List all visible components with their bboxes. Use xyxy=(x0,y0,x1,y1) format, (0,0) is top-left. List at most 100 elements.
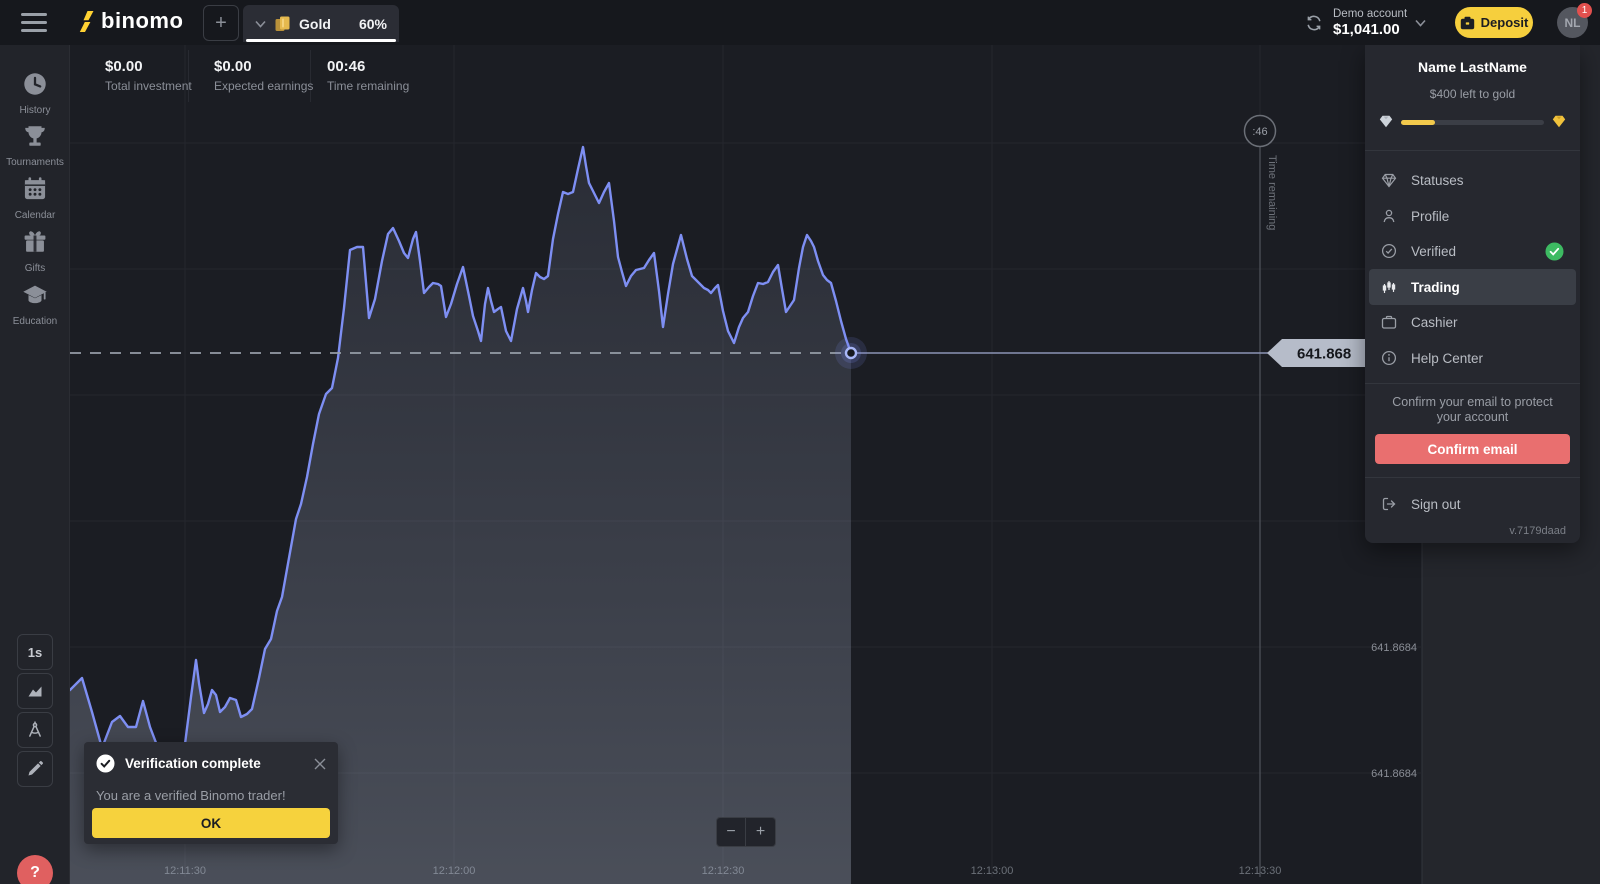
time-remaining-countdown: :46 xyxy=(1252,126,1267,138)
time-remaining-axis-label: Time remaining xyxy=(1266,155,1278,230)
user-icon xyxy=(1381,208,1397,224)
sidebar-item-tournaments[interactable]: Tournaments xyxy=(0,123,70,168)
progress-track xyxy=(1401,120,1544,125)
gold-bars-icon xyxy=(274,15,291,32)
toast-title: Verification complete xyxy=(125,756,261,771)
check-circle-icon xyxy=(1381,243,1397,259)
stat-total-investment: $0.00 Total investment xyxy=(105,58,192,93)
menu-item-statuses[interactable]: Statuses xyxy=(1369,162,1576,198)
progress-fill xyxy=(1401,120,1435,125)
close-icon[interactable] xyxy=(314,758,326,770)
info-icon xyxy=(1381,350,1397,366)
account-switcher[interactable]: Demo account $1,041.00 xyxy=(1305,0,1426,45)
sidebar-item-education[interactable]: Education xyxy=(0,282,70,327)
user-full-name: Name LastName xyxy=(1365,59,1580,75)
chart-zoom-controls: − + xyxy=(716,817,776,847)
candlestick-icon xyxy=(1381,279,1397,295)
add-asset-tab-button[interactable]: + xyxy=(203,5,239,41)
panel-divider xyxy=(1365,383,1580,384)
deposit-button[interactable]: Deposit xyxy=(1455,7,1533,38)
menu-label: Statuses xyxy=(1411,173,1464,188)
binomo-trading-app: 12:11:3012:12:0012:12:3012:13:0012:13:30… xyxy=(0,0,1600,884)
zoom-out-button[interactable]: − xyxy=(716,817,746,847)
zoom-in-button[interactable]: + xyxy=(746,817,776,847)
menu-label: Verified xyxy=(1411,244,1456,259)
confirm-email-note: Confirm your email to protect your accou… xyxy=(1379,395,1566,425)
drawing-tools-button[interactable] xyxy=(17,751,53,787)
briefcase-icon xyxy=(1460,16,1475,30)
refresh-icon[interactable] xyxy=(1305,14,1323,32)
lightning-bolt-icon xyxy=(78,10,95,33)
confirm-email-button[interactable]: Confirm email xyxy=(1375,434,1570,464)
diamond-icon xyxy=(1381,173,1397,188)
check-badge-icon xyxy=(96,754,115,773)
indicators-button[interactable] xyxy=(17,712,53,748)
wallet-icon xyxy=(1381,315,1397,330)
account-chevron-down-icon[interactable] xyxy=(1415,19,1426,27)
timeframe-button[interactable]: 1s xyxy=(17,634,53,670)
time-remaining-value: 00:46 xyxy=(327,58,409,75)
active-tab-underline xyxy=(246,39,396,42)
verified-check-icon xyxy=(1545,242,1564,261)
silver-gem-icon xyxy=(1379,115,1393,128)
sign-out-label: Sign out xyxy=(1411,497,1461,512)
gift-icon xyxy=(22,229,48,255)
sign-out-button[interactable]: Sign out xyxy=(1369,486,1576,522)
price-axis-labels: 641.8684641.8684 xyxy=(1371,642,1417,780)
stat-time-remaining: 00:46 Time remaining xyxy=(327,58,409,93)
current-point-marker xyxy=(846,348,856,358)
menu-item-verified[interactable]: Verified xyxy=(1369,233,1576,269)
chart-type-button[interactable] xyxy=(17,673,53,709)
menu-item-help-center[interactable]: Help Center xyxy=(1369,340,1576,376)
total-investment-value: $0.00 xyxy=(105,58,192,75)
deposit-label: Deposit xyxy=(1481,15,1529,30)
pencil-icon xyxy=(26,760,44,778)
current-price-value: 641.868 xyxy=(1297,346,1351,363)
svg-text:12:13:00: 12:13:00 xyxy=(971,865,1014,877)
menu-label: Profile xyxy=(1411,209,1449,224)
verification-toast: Verification complete You are a verified… xyxy=(84,742,338,844)
panel-divider xyxy=(1365,477,1580,478)
left-sidebar: History Tournaments Calendar Gifts Educa… xyxy=(0,45,70,884)
sidebar-label-gifts: Gifts xyxy=(0,263,70,274)
binomo-logo: binomo xyxy=(78,8,183,34)
svg-text:641.8684: 641.8684 xyxy=(1371,768,1417,780)
calendar-icon xyxy=(22,176,48,202)
sidebar-label-calendar: Calendar xyxy=(0,210,70,221)
top-bar: binomo + Gold 60% Demo account $1, xyxy=(0,0,1600,45)
account-balance: $1,041.00 xyxy=(1333,21,1407,38)
sidebar-label-tournaments: Tournaments xyxy=(0,157,70,168)
drafting-compass-icon xyxy=(26,721,44,739)
panel-divider xyxy=(1365,150,1580,151)
menu-item-trading[interactable]: Trading xyxy=(1369,269,1576,305)
status-progress-text: $400 left to gold xyxy=(1365,87,1580,101)
sidebar-item-history[interactable]: History xyxy=(0,71,70,116)
time-remaining-label: Time remaining xyxy=(327,79,409,93)
gold-gem-icon xyxy=(1552,115,1566,128)
chevron-down-icon[interactable] xyxy=(255,20,266,28)
logo-text: binomo xyxy=(101,8,183,34)
menu-item-profile[interactable]: Profile xyxy=(1369,198,1576,234)
ok-button[interactable]: OK xyxy=(92,808,330,838)
asset-tab-gold[interactable]: Gold 60% xyxy=(243,5,399,42)
toast-message: You are a verified Binomo trader! xyxy=(96,788,286,803)
account-type-label: Demo account xyxy=(1333,8,1407,20)
menu-item-cashier[interactable]: Cashier xyxy=(1369,304,1576,340)
sidebar-item-calendar[interactable]: Calendar xyxy=(0,176,70,221)
sidebar-label-education: Education xyxy=(0,316,70,327)
menu-hamburger-icon[interactable] xyxy=(21,12,47,32)
expected-earnings-value: $0.00 xyxy=(214,58,313,75)
expected-earnings-label: Expected earnings xyxy=(214,79,313,93)
sidebar-item-gifts[interactable]: Gifts xyxy=(0,229,70,274)
total-investment-label: Total investment xyxy=(105,79,192,93)
menu-label: Trading xyxy=(1411,280,1460,295)
trophy-icon xyxy=(22,123,48,149)
menu-label: Help Center xyxy=(1411,351,1483,366)
asset-payout: 60% xyxy=(359,16,387,32)
area-chart-icon xyxy=(26,683,44,699)
clock-icon xyxy=(22,71,48,97)
menu-label: Cashier xyxy=(1411,315,1458,330)
stat-expected-earnings: $0.00 Expected earnings xyxy=(214,58,313,93)
sign-out-icon xyxy=(1381,496,1397,512)
help-button[interactable]: ? xyxy=(17,855,53,884)
